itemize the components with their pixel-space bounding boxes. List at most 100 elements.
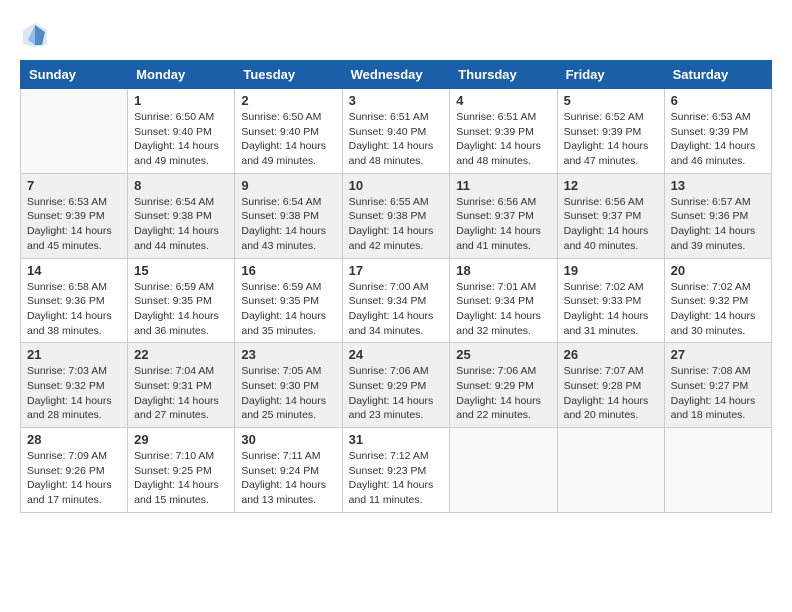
calendar-header-monday: Monday xyxy=(128,61,235,89)
day-number: 12 xyxy=(564,178,658,193)
calendar-cell: 18 Sunrise: 7:01 AM Sunset: 9:34 PM Dayli… xyxy=(450,258,557,343)
day-number: 11 xyxy=(456,178,550,193)
day-number: 3 xyxy=(349,93,444,108)
day-info: Sunrise: 6:59 AM Sunset: 9:35 PM Dayligh… xyxy=(241,280,335,339)
day-info: Sunrise: 7:08 AM Sunset: 9:27 PM Dayligh… xyxy=(671,364,765,423)
day-number: 28 xyxy=(27,432,121,447)
day-info: Sunrise: 7:05 AM Sunset: 9:30 PM Dayligh… xyxy=(241,364,335,423)
calendar-cell: 7Sunrise: 6:53 AM Sunset: 9:39 PM Daylig… xyxy=(21,173,128,258)
calendar-week-row: 21 Sunrise: 7:03 AM Sunset: 9:32 PM Dayli… xyxy=(21,343,772,428)
calendar-week-row: 7Sunrise: 6:53 AM Sunset: 9:39 PM Daylig… xyxy=(21,173,772,258)
calendar-header-saturday: Saturday xyxy=(664,61,771,89)
calendar-cell: 19 Sunrise: 7:02 AM Sunset: 9:33 PM Dayli… xyxy=(557,258,664,343)
day-info: Sunrise: 7:06 AM Sunset: 9:29 PM Dayligh… xyxy=(349,364,444,423)
calendar-header-row: SundayMondayTuesdayWednesdayThursdayFrid… xyxy=(21,61,772,89)
day-number: 6 xyxy=(671,93,765,108)
calendar-cell: 15 Sunrise: 6:59 AM Sunset: 9:35 PM Dayli… xyxy=(128,258,235,343)
calendar-cell: 27 Sunrise: 7:08 AM Sunset: 9:27 PM Dayli… xyxy=(664,343,771,428)
calendar-cell: 2Sunrise: 6:50 AM Sunset: 9:40 PM Daylig… xyxy=(235,89,342,174)
day-info: Sunrise: 7:06 AM Sunset: 9:29 PM Dayligh… xyxy=(456,364,550,423)
day-info: Sunrise: 7:12 AM Sunset: 9:23 PM Dayligh… xyxy=(349,449,444,508)
day-number: 8 xyxy=(134,178,228,193)
calendar-cell: 10 Sunrise: 6:55 AM Sunset: 9:38 PM Dayli… xyxy=(342,173,450,258)
day-number: 21 xyxy=(27,347,121,362)
calendar-cell xyxy=(557,428,664,513)
day-number: 16 xyxy=(241,263,335,278)
day-info: Sunrise: 6:52 AM Sunset: 9:39 PM Dayligh… xyxy=(564,110,658,169)
logo xyxy=(20,20,54,50)
day-info: Sunrise: 7:09 AM Sunset: 9:26 PM Dayligh… xyxy=(27,449,121,508)
logo-icon xyxy=(20,20,50,50)
calendar-header-friday: Friday xyxy=(557,61,664,89)
calendar-header-wednesday: Wednesday xyxy=(342,61,450,89)
calendar-header-sunday: Sunday xyxy=(21,61,128,89)
day-info: Sunrise: 6:58 AM Sunset: 9:36 PM Dayligh… xyxy=(27,280,121,339)
day-number: 14 xyxy=(27,263,121,278)
day-info: Sunrise: 6:54 AM Sunset: 9:38 PM Dayligh… xyxy=(241,195,335,254)
calendar-cell: 1 Sunrise: 6:50 AM Sunset: 9:40 PM Daylig… xyxy=(128,89,235,174)
day-number: 15 xyxy=(134,263,228,278)
day-number: 23 xyxy=(241,347,335,362)
day-info: Sunrise: 6:56 AM Sunset: 9:37 PM Dayligh… xyxy=(456,195,550,254)
day-info: Sunrise: 7:01 AM Sunset: 9:34 PM Dayligh… xyxy=(456,280,550,339)
day-number: 22 xyxy=(134,347,228,362)
day-number: 20 xyxy=(671,263,765,278)
calendar-cell: 14 Sunrise: 6:58 AM Sunset: 9:36 PM Dayli… xyxy=(21,258,128,343)
day-info: Sunrise: 7:02 AM Sunset: 9:33 PM Dayligh… xyxy=(564,280,658,339)
calendar-cell xyxy=(664,428,771,513)
day-number: 5 xyxy=(564,93,658,108)
day-number: 18 xyxy=(456,263,550,278)
calendar-cell: 9 Sunrise: 6:54 AM Sunset: 9:38 PM Daylig… xyxy=(235,173,342,258)
calendar-cell: 24 Sunrise: 7:06 AM Sunset: 9:29 PM Dayli… xyxy=(342,343,450,428)
day-number: 19 xyxy=(564,263,658,278)
day-info: Sunrise: 6:50 AM Sunset: 9:40 PM Dayligh… xyxy=(241,110,335,169)
day-info: Sunrise: 7:11 AM Sunset: 9:24 PM Dayligh… xyxy=(241,449,335,508)
day-number: 25 xyxy=(456,347,550,362)
page-header xyxy=(20,20,772,50)
day-info: Sunrise: 6:59 AM Sunset: 9:35 PM Dayligh… xyxy=(134,280,228,339)
calendar-header-thursday: Thursday xyxy=(450,61,557,89)
day-info: Sunrise: 6:54 AM Sunset: 9:38 PM Dayligh… xyxy=(134,195,228,254)
calendar-cell xyxy=(450,428,557,513)
day-number: 30 xyxy=(241,432,335,447)
calendar-cell: 29 Sunrise: 7:10 AM Sunset: 9:25 PM Dayli… xyxy=(128,428,235,513)
calendar-cell: 12 Sunrise: 6:56 AM Sunset: 9:37 PM Dayli… xyxy=(557,173,664,258)
calendar-cell: 4Sunrise: 6:51 AM Sunset: 9:39 PM Daylig… xyxy=(450,89,557,174)
calendar-cell xyxy=(21,89,128,174)
day-info: Sunrise: 6:57 AM Sunset: 9:36 PM Dayligh… xyxy=(671,195,765,254)
day-number: 27 xyxy=(671,347,765,362)
calendar-week-row: 1 Sunrise: 6:50 AM Sunset: 9:40 PM Daylig… xyxy=(21,89,772,174)
calendar-cell: 8 Sunrise: 6:54 AM Sunset: 9:38 PM Daylig… xyxy=(128,173,235,258)
day-number: 10 xyxy=(349,178,444,193)
day-info: Sunrise: 6:55 AM Sunset: 9:38 PM Dayligh… xyxy=(349,195,444,254)
day-number: 9 xyxy=(241,178,335,193)
day-number: 13 xyxy=(671,178,765,193)
day-number: 29 xyxy=(134,432,228,447)
day-number: 1 xyxy=(134,93,228,108)
day-number: 26 xyxy=(564,347,658,362)
calendar-cell: 20 Sunrise: 7:02 AM Sunset: 9:32 PM Dayli… xyxy=(664,258,771,343)
calendar-cell: 31 Sunrise: 7:12 AM Sunset: 9:23 PM Dayli… xyxy=(342,428,450,513)
calendar-cell: 25 Sunrise: 7:06 AM Sunset: 9:29 PM Dayli… xyxy=(450,343,557,428)
day-info: Sunrise: 6:56 AM Sunset: 9:37 PM Dayligh… xyxy=(564,195,658,254)
calendar-header-tuesday: Tuesday xyxy=(235,61,342,89)
day-info: Sunrise: 6:51 AM Sunset: 9:40 PM Dayligh… xyxy=(349,110,444,169)
day-number: 17 xyxy=(349,263,444,278)
calendar-week-row: 14 Sunrise: 6:58 AM Sunset: 9:36 PM Dayli… xyxy=(21,258,772,343)
day-info: Sunrise: 6:50 AM Sunset: 9:40 PM Dayligh… xyxy=(134,110,228,169)
calendar-week-row: 28 Sunrise: 7:09 AM Sunset: 9:26 PM Dayli… xyxy=(21,428,772,513)
calendar-cell: 22 Sunrise: 7:04 AM Sunset: 9:31 PM Dayli… xyxy=(128,343,235,428)
calendar-cell: 5 Sunrise: 6:52 AM Sunset: 9:39 PM Daylig… xyxy=(557,89,664,174)
day-info: Sunrise: 7:03 AM Sunset: 9:32 PM Dayligh… xyxy=(27,364,121,423)
day-info: Sunrise: 6:53 AM Sunset: 9:39 PM Dayligh… xyxy=(27,195,121,254)
calendar-cell: 6Sunrise: 6:53 AM Sunset: 9:39 PM Daylig… xyxy=(664,89,771,174)
day-number: 24 xyxy=(349,347,444,362)
day-info: Sunrise: 7:04 AM Sunset: 9:31 PM Dayligh… xyxy=(134,364,228,423)
calendar-cell: 28 Sunrise: 7:09 AM Sunset: 9:26 PM Dayli… xyxy=(21,428,128,513)
calendar-cell: 21 Sunrise: 7:03 AM Sunset: 9:32 PM Dayli… xyxy=(21,343,128,428)
day-info: Sunrise: 7:02 AM Sunset: 9:32 PM Dayligh… xyxy=(671,280,765,339)
day-info: Sunrise: 7:10 AM Sunset: 9:25 PM Dayligh… xyxy=(134,449,228,508)
calendar-cell: 16 Sunrise: 6:59 AM Sunset: 9:35 PM Dayli… xyxy=(235,258,342,343)
day-info: Sunrise: 7:07 AM Sunset: 9:28 PM Dayligh… xyxy=(564,364,658,423)
day-number: 31 xyxy=(349,432,444,447)
